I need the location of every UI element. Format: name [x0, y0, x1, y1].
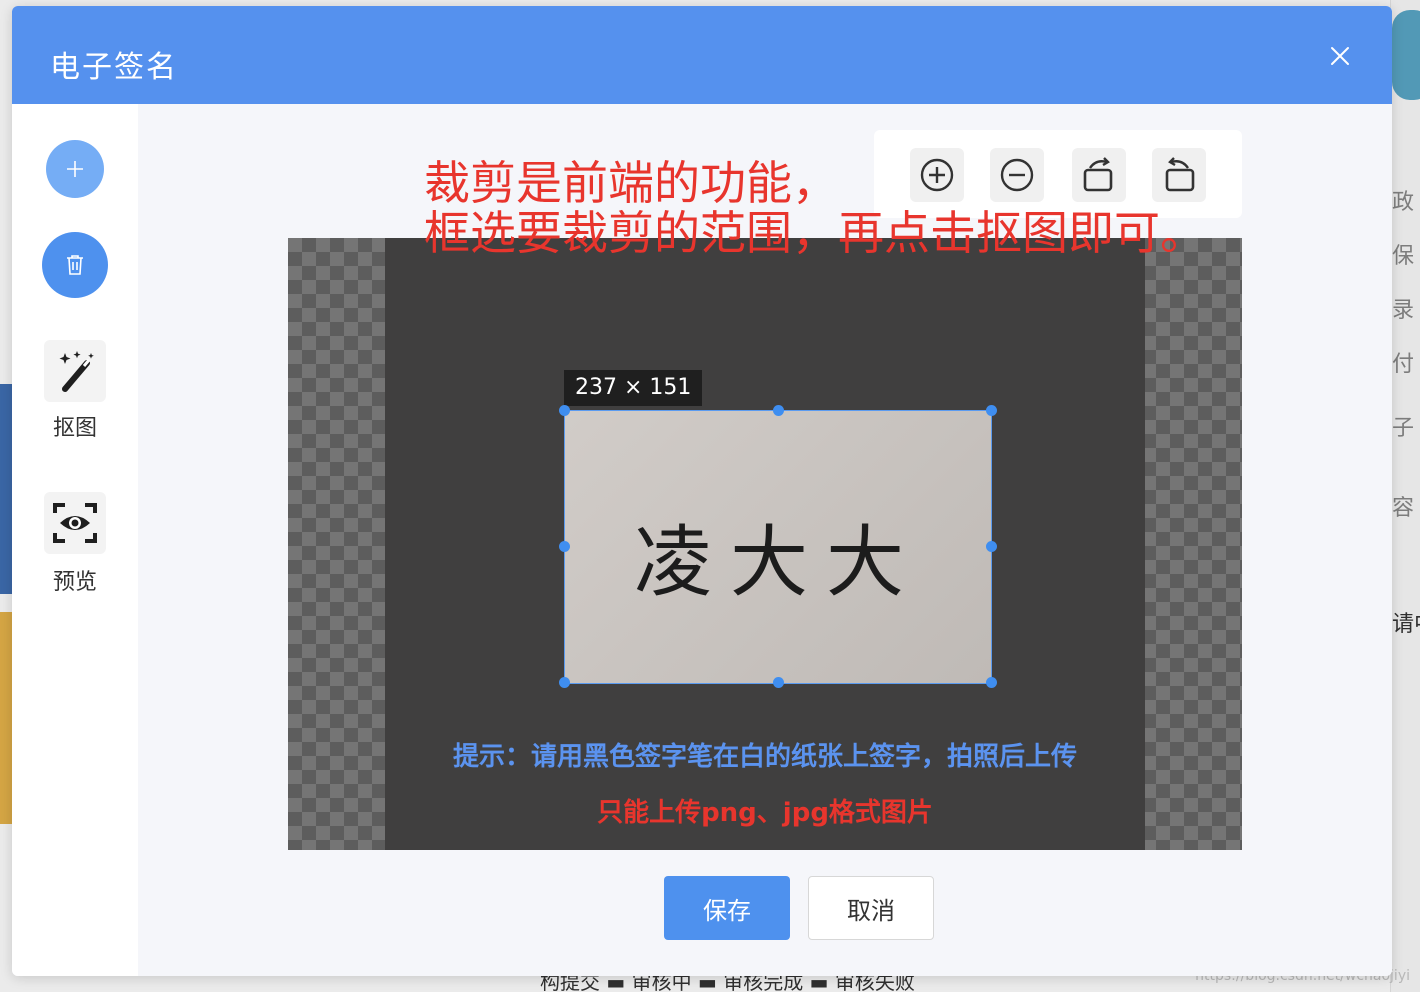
zoom-in-icon: [920, 158, 954, 192]
cancel-button[interactable]: 取消: [808, 876, 934, 940]
crop-canvas[interactable]: 237 × 151 凌大大 提示：请用黑色签字笔在白的纸张上签字，拍照后上传 只…: [288, 238, 1242, 850]
delete-button[interactable]: [42, 232, 108, 298]
signature-dialog: 电子签名 抠图 预览 237 × 151 凌大大 提示：请用黑色签字笔在白的纸张…: [12, 6, 1392, 976]
crop-handle[interactable]: [986, 405, 997, 416]
tool-sidebar: 抠图 预览: [12, 104, 138, 976]
dialog-title: 电子签名: [50, 50, 178, 85]
crop-handle[interactable]: [773, 405, 784, 416]
magic-wand-icon: [59, 351, 94, 392]
rotate-left-button[interactable]: [1072, 148, 1126, 202]
crop-handle[interactable]: [986, 677, 997, 688]
crop-handle[interactable]: [559, 541, 570, 552]
rotate-right-button[interactable]: [1152, 148, 1206, 202]
crop-handle[interactable]: [559, 677, 570, 688]
save-button[interactable]: 保存: [664, 876, 790, 940]
eye-scan-icon: [53, 503, 97, 543]
crop-selection[interactable]: 凌大大: [559, 405, 997, 688]
rotate-left-icon: [1083, 157, 1113, 192]
trash-icon: [67, 255, 83, 275]
zoom-out-icon: [1000, 158, 1034, 192]
crop-handle[interactable]: [773, 677, 784, 688]
signature-text: 凌大大: [634, 518, 922, 608]
plus-icon: [67, 161, 83, 177]
crop-handle[interactable]: [559, 405, 570, 416]
crop-handle[interactable]: [986, 541, 997, 552]
dialog-header: 电子签名: [12, 6, 1392, 104]
close-icon[interactable]: [1328, 44, 1352, 68]
image-toolbar: [874, 130, 1242, 218]
rotate-right-icon: [1165, 157, 1195, 192]
zoom-in-button[interactable]: [910, 148, 964, 202]
format-tip: 只能上传png、jpg格式图片: [597, 798, 933, 828]
preview-label: 预览: [52, 570, 97, 595]
annotation-line-1: 裁剪是前端的功能，: [424, 156, 838, 210]
add-button[interactable]: [46, 140, 104, 198]
crop-size-label: 237 × 151: [564, 370, 703, 406]
cutout-label: 抠图: [52, 416, 97, 441]
cutout-button[interactable]: [44, 340, 106, 402]
preview-button[interactable]: [44, 492, 106, 554]
annotation-line-2: 框选要裁剪的范围，再点击抠图即可。: [424, 206, 1206, 260]
cropper-area: 237 × 151 凌大大 提示：请用黑色签字笔在白的纸张上签字，拍照后上传 只…: [138, 104, 1392, 976]
zoom-out-button[interactable]: [990, 148, 1044, 202]
upload-tip: 提示：请用黑色签字笔在白的纸张上签字，拍照后上传: [452, 742, 1077, 772]
signature-image: 凌大大: [634, 518, 922, 608]
